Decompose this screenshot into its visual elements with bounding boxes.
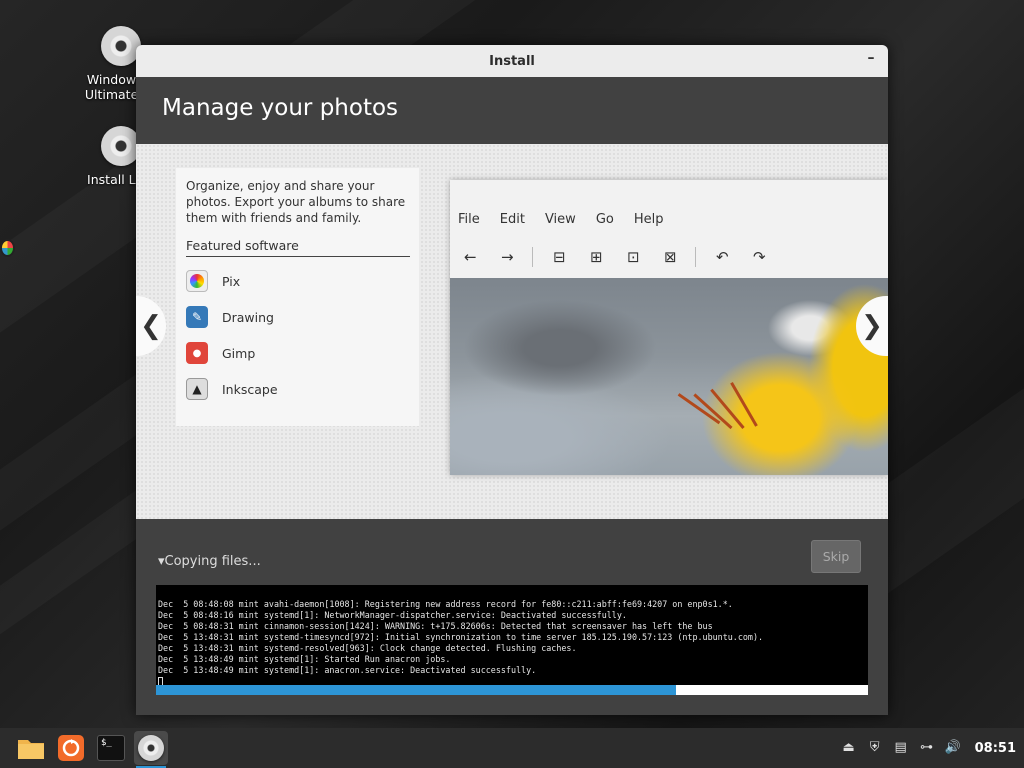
progress-fill bbox=[156, 685, 676, 695]
featured-app-gimp: ● Gimp bbox=[186, 335, 409, 371]
terminal-cursor bbox=[158, 676, 163, 685]
inkscape-icon: ▲ bbox=[186, 378, 208, 400]
taskbar: $_ ⏏ ⛨ ▤ ⊶ 🔊 08:51 bbox=[0, 728, 1024, 768]
mint-logo-icon[interactable] bbox=[0, 239, 15, 257]
toolbar-separator bbox=[695, 247, 696, 267]
terminal-launcher[interactable]: $_ bbox=[94, 731, 128, 765]
log-line: Dec 5 13:48:49 mint systemd[1]: Started … bbox=[158, 654, 451, 664]
log-line: Dec 5 13:48:31 mint systemd-timesyncd[97… bbox=[158, 632, 764, 642]
terminal-icon: $_ bbox=[97, 735, 125, 761]
preview-toolbar: ← → ⊟ ⊞ ⊡ ⊠ ↶ ↷ bbox=[450, 238, 888, 276]
update-manager-launcher[interactable] bbox=[54, 731, 88, 765]
status-toggle[interactable]: ▾Copying files... bbox=[158, 554, 261, 569]
preview-menu-help: Help bbox=[633, 212, 664, 227]
window-title: Install bbox=[489, 53, 535, 69]
log-line: Dec 5 13:48:31 mint systemd-resolved[963… bbox=[158, 643, 577, 653]
disc-icon bbox=[101, 126, 141, 166]
rotate-right-icon: ↷ bbox=[753, 248, 766, 266]
gimp-icon: ● bbox=[186, 342, 208, 364]
drawing-icon: ✎ bbox=[186, 306, 208, 328]
app-name: Pix bbox=[222, 273, 241, 289]
zoom-100-icon: ⊡ bbox=[627, 248, 640, 266]
app-name: Drawing bbox=[222, 309, 274, 325]
preview-menu-edit: Edit bbox=[499, 212, 525, 227]
install-window: Install – Manage your photos Organize, e… bbox=[136, 45, 888, 715]
clipboard-icon[interactable]: ▤ bbox=[893, 740, 909, 756]
minimize-button[interactable]: – bbox=[864, 51, 878, 67]
app-name: Inkscape bbox=[222, 381, 278, 397]
back-arrow-icon: ← bbox=[464, 248, 477, 266]
disc-icon bbox=[138, 735, 164, 761]
rotate-left-icon: ↶ bbox=[716, 248, 729, 266]
network-icon[interactable]: ⊶ bbox=[919, 740, 935, 756]
preview-menu-go: Go bbox=[595, 212, 614, 227]
log-line: Dec 5 08:48:31 mint cinnamon-session[142… bbox=[158, 621, 713, 631]
zoom-in-icon: ⊞ bbox=[590, 248, 603, 266]
progress-panel: ▾Copying files... Skip Dec 5 08:48:08 mi… bbox=[136, 519, 888, 715]
slide-description: Organize, enjoy and share your photos. E… bbox=[186, 179, 406, 225]
progress-bar bbox=[156, 685, 868, 695]
slideshow: Organize, enjoy and share your photos. E… bbox=[136, 144, 888, 519]
app-screenshot-preview: File Edit View Go Help ← → ⊟ ⊞ ⊡ ⊠ ↶ ↷ bbox=[450, 180, 888, 475]
update-icon bbox=[58, 735, 84, 761]
file-manager-launcher[interactable] bbox=[14, 731, 48, 765]
log-line: Dec 5 08:48:16 mint systemd[1]: NetworkM… bbox=[158, 610, 627, 620]
slide-header: Manage your photos bbox=[136, 77, 888, 144]
info-panel: Organize, enjoy and share your photos. E… bbox=[176, 168, 419, 426]
preview-menubar: File Edit View Go Help bbox=[450, 180, 888, 238]
folder-icon bbox=[18, 740, 44, 759]
terminal-prompt-glyph: $_ bbox=[101, 738, 112, 748]
toolbar-separator bbox=[532, 247, 533, 267]
lily-photo bbox=[450, 278, 888, 475]
disc-icon bbox=[101, 26, 141, 66]
featured-app-drawing: ✎ Drawing bbox=[186, 299, 409, 335]
system-tray: ⏏ ⛨ ▤ ⊶ 🔊 08:51 bbox=[841, 728, 1016, 768]
previous-slide-button[interactable]: ❮ bbox=[136, 296, 166, 356]
skip-button[interactable]: Skip bbox=[811, 540, 861, 573]
pix-icon bbox=[186, 270, 208, 292]
zoom-out-icon: ⊟ bbox=[553, 248, 566, 266]
installer-taskbar-button[interactable] bbox=[134, 731, 168, 768]
preview-menu-file: File bbox=[458, 212, 480, 227]
log-line: Dec 5 13:48:49 mint systemd[1]: anacron.… bbox=[158, 665, 537, 675]
clock[interactable]: 08:51 bbox=[975, 741, 1016, 756]
preview-menu-view: View bbox=[544, 212, 576, 227]
titlebar[interactable]: Install – bbox=[136, 45, 888, 77]
install-log: Dec 5 08:48:08 mint avahi-daemon[1008]: … bbox=[156, 585, 868, 685]
featured-software-title: Featured software bbox=[186, 238, 410, 257]
log-line: Dec 5 08:48:08 mint avahi-daemon[1008]: … bbox=[158, 599, 733, 609]
featured-app-pix: Pix bbox=[186, 263, 409, 299]
volume-icon[interactable]: 🔊 bbox=[945, 740, 961, 756]
notifications-icon[interactable]: ⏏ bbox=[841, 740, 857, 756]
app-name: Gimp bbox=[222, 345, 256, 361]
featured-app-inkscape: ▲ Inkscape bbox=[186, 371, 409, 407]
shield-icon[interactable]: ⛨ bbox=[867, 740, 883, 756]
